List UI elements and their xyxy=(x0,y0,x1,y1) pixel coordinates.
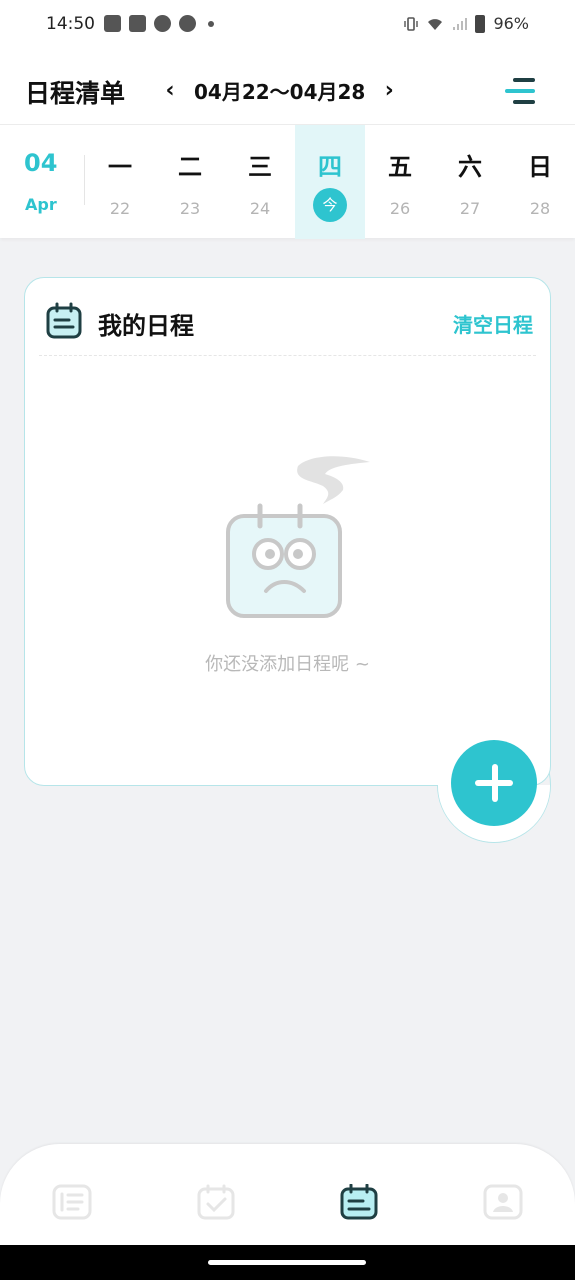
today-badge: 今 xyxy=(313,188,347,222)
home-indicator[interactable] xyxy=(208,1260,366,1265)
menu-icon[interactable] xyxy=(503,74,537,108)
add-schedule-button[interactable] xyxy=(451,740,537,826)
battery-percent: 96% xyxy=(493,14,529,33)
day-cell-wed[interactable]: 三 24 xyxy=(225,125,295,239)
notification-icons xyxy=(104,15,214,32)
month-indicator: 04 Apr xyxy=(0,125,80,239)
day-cell-thu-today[interactable]: 四 今 xyxy=(295,125,365,239)
day-number: 26 xyxy=(389,199,411,218)
month-number: 04 xyxy=(24,149,58,177)
week-strip: 04 Apr 一 22 二 23 三 24 四 今 五 26 六 27 日 28 xyxy=(0,124,575,239)
day-cell-tue[interactable]: 二 23 xyxy=(155,125,225,239)
next-week-button[interactable]: › xyxy=(379,78,399,103)
page-title: 日程清单 xyxy=(25,79,126,108)
signal-icon xyxy=(453,17,468,30)
gauge-icon xyxy=(154,15,171,32)
day-number: 24 xyxy=(249,199,271,218)
weekday-label: 一 xyxy=(108,153,132,181)
week-range-label[interactable]: 04月22～04月28 xyxy=(194,76,365,105)
profile-icon[interactable] xyxy=(483,1184,523,1220)
vibrate-icon xyxy=(404,16,419,31)
day-cell-fri[interactable]: 五 26 xyxy=(365,125,435,239)
list-icon[interactable] xyxy=(52,1184,92,1220)
schedule-card: 我的日程 清空日程 你还没添加日程呢 ~ xyxy=(24,277,551,786)
day-number: 28 xyxy=(529,199,551,218)
clear-schedule-button[interactable]: 清空日程 xyxy=(453,309,533,338)
wifi-icon xyxy=(428,18,443,30)
bag-icon xyxy=(129,15,146,32)
schedule-icon xyxy=(46,302,82,339)
card-divider xyxy=(39,355,536,356)
prev-week-button[interactable]: ‹ xyxy=(160,78,180,103)
card-title: 我的日程 xyxy=(98,312,194,340)
weekday-label: 五 xyxy=(388,153,412,181)
weekday-label: 日 xyxy=(528,153,552,181)
system-icons: 96% xyxy=(403,14,529,33)
battery-icon xyxy=(475,14,486,33)
day-number: 23 xyxy=(179,199,201,218)
check-calendar-icon[interactable] xyxy=(196,1184,236,1220)
weekday-label: 六 xyxy=(458,153,482,181)
month-name: Apr xyxy=(25,195,57,214)
weekday-label: 三 xyxy=(248,153,272,181)
status-time: 14:50 xyxy=(46,14,95,34)
bag-icon xyxy=(104,15,121,32)
more-dot-icon xyxy=(208,20,214,27)
empty-calendar-illustration xyxy=(226,456,370,618)
bottom-nav xyxy=(0,1144,575,1245)
weekday-label: 四 xyxy=(318,153,342,181)
week-navigator: ‹ 04月22～04月28 › xyxy=(160,76,399,105)
day-number: 27 xyxy=(459,199,481,218)
weekday-label: 二 xyxy=(178,153,202,181)
gauge-icon xyxy=(179,15,196,32)
day-cell-mon[interactable]: 一 22 xyxy=(85,125,155,239)
day-cell-sat[interactable]: 六 27 xyxy=(435,125,505,239)
app-header: 日程清单 ‹ 04月22～04月28 › xyxy=(0,48,575,124)
empty-state-text: 你还没添加日程呢 ~ xyxy=(205,654,370,675)
schedule-icon[interactable] xyxy=(339,1184,379,1220)
day-number: 22 xyxy=(109,199,131,218)
status-bar: 14:50 96% xyxy=(0,0,575,48)
day-cell-sun[interactable]: 日 28 xyxy=(505,125,575,239)
